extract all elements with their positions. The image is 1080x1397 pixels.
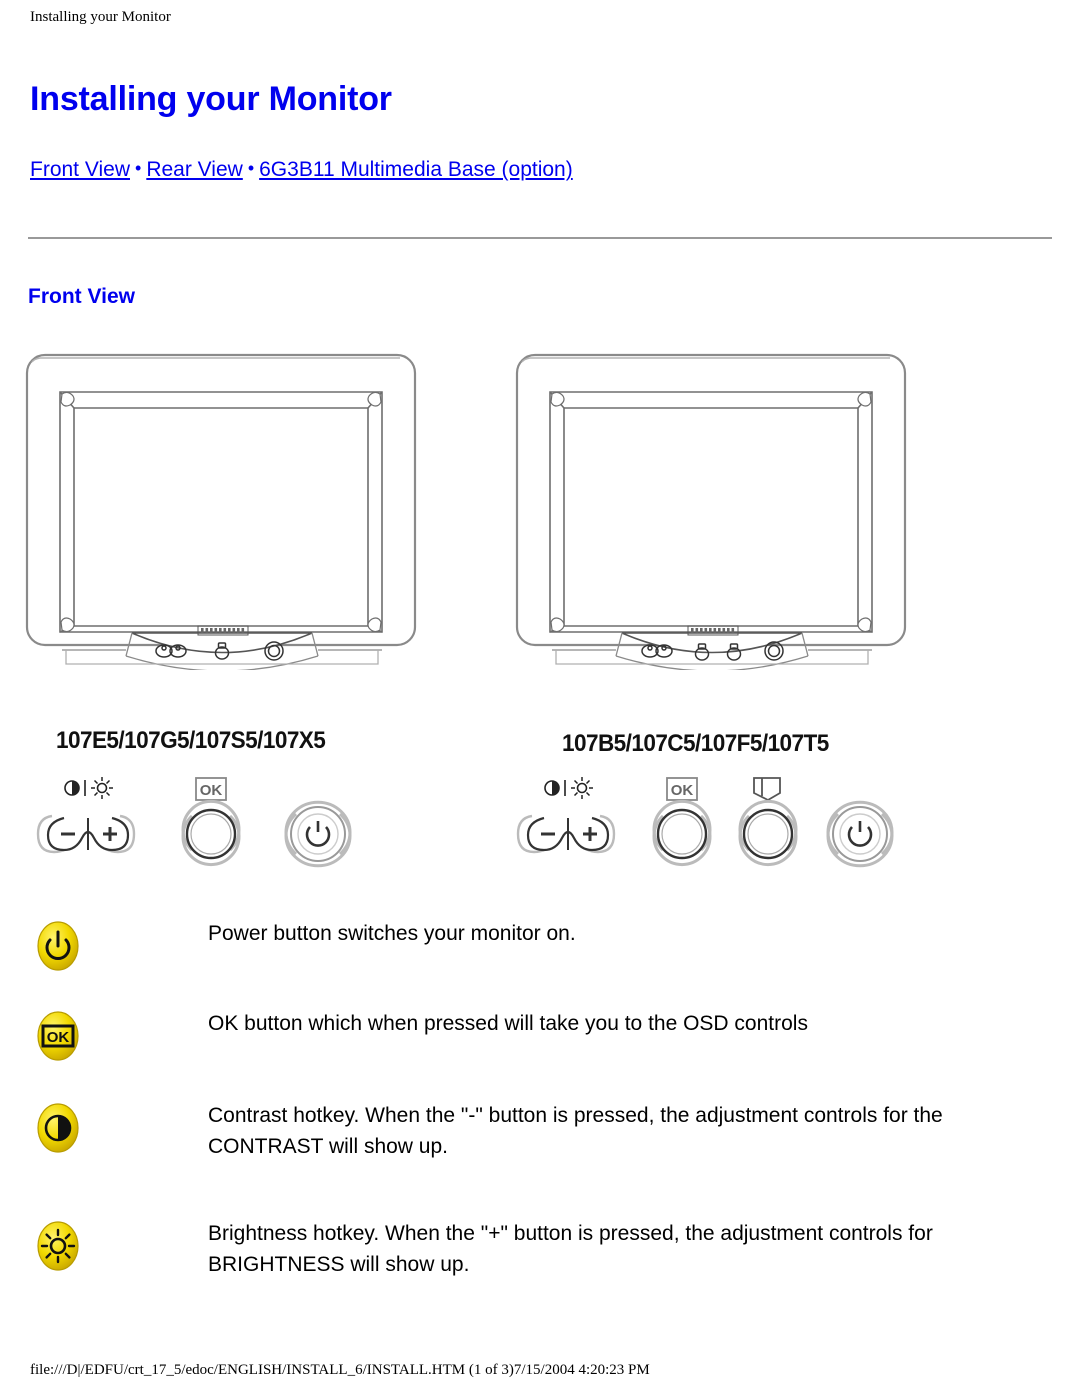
page-title: Installing your Monitor <box>30 80 392 118</box>
auto-zoom-button <box>738 777 798 866</box>
running-head: Installing your Monitor <box>30 9 171 25</box>
section-heading-front-view: Front View <box>28 285 135 308</box>
footer-path: file:///D|/EDFU/crt_17_5/edoc/ENGLISH/IN… <box>30 1362 650 1378</box>
section-nav: Front View • Rear View • 6G3B11 Multimedia B… <box>30 158 573 182</box>
contrast-brightness-symbols <box>544 777 593 799</box>
ok-button: OK <box>181 777 241 866</box>
legend-row-ok: OK OK button which when pressed will tak… <box>28 1008 1052 1074</box>
brightness-icon <box>32 1218 84 1274</box>
svg-text:OK: OK <box>671 782 694 799</box>
monitor-illustration-right <box>512 350 912 670</box>
button-legend-list: Power button switches your monitor on. O… <box>28 918 1052 1308</box>
legend-text-contrast: Contrast hotkey. When the "-" button is … <box>208 1104 943 1158</box>
monitor-illustration-left <box>22 350 422 670</box>
nav-separator-2: • <box>247 158 255 178</box>
ok-icon: OK <box>32 1008 84 1064</box>
nav-link-rear-view[interactable]: Rear View <box>146 158 243 181</box>
control-cluster-left: OK <box>24 772 424 892</box>
model-label-right: 107B5/107C5/107F5/107T5 <box>562 730 829 757</box>
model-label-left: 107E5/107G5/107S5/107X5 <box>56 727 326 754</box>
control-cluster-right: OK <box>504 772 944 892</box>
power-button <box>826 800 894 868</box>
nav-link-multimedia-base[interactable]: 6G3B11 Multimedia Base (option) <box>259 158 573 181</box>
power-icon <box>32 918 84 974</box>
legend-row-brightness: Brightness hotkey. When the "+" button i… <box>28 1218 1052 1284</box>
nav-separator-1: • <box>135 158 142 178</box>
contrast-icon <box>32 1100 84 1156</box>
legend-row-power: Power button switches your monitor on. <box>28 918 1052 984</box>
contrast-brightness-symbols <box>64 777 113 799</box>
svg-text:OK: OK <box>47 1029 70 1046</box>
svg-text:OK: OK <box>200 782 223 799</box>
ok-button: OK <box>652 777 712 866</box>
legend-text-ok: OK button which when pressed will take y… <box>208 1012 808 1035</box>
legend-row-contrast: Contrast hotkey. When the "-" button is … <box>28 1100 1052 1166</box>
power-button <box>284 800 352 868</box>
legend-text-brightness: Brightness hotkey. When the "+" button i… <box>208 1222 933 1276</box>
rocker <box>36 814 136 854</box>
nav-link-front-view[interactable]: Front View <box>30 158 130 181</box>
horizontal-divider <box>28 237 1052 239</box>
legend-text-power: Power button switches your monitor on. <box>208 922 576 945</box>
rocker <box>516 814 616 854</box>
